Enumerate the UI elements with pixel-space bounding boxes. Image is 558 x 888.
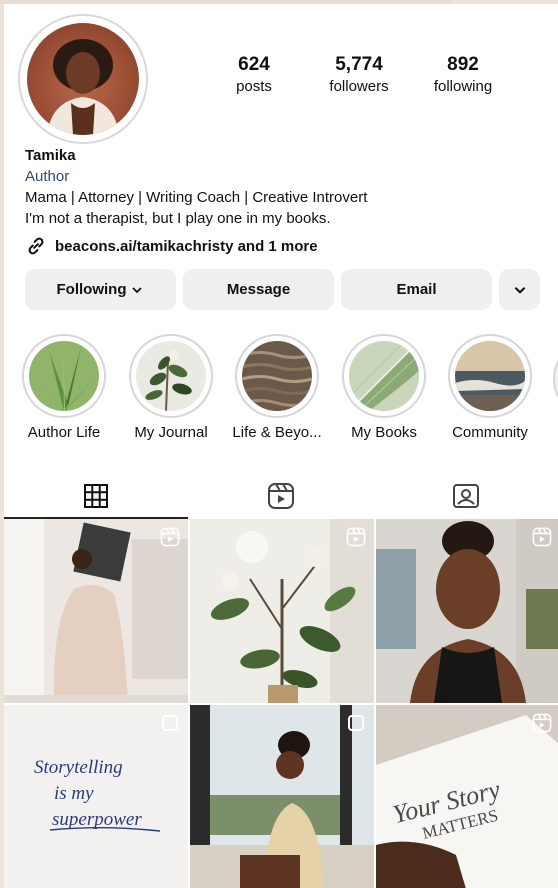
highlight-ring — [235, 334, 319, 418]
svg-text:Storytelling: Storytelling — [34, 757, 123, 778]
followers-label: followers — [329, 78, 389, 95]
message-button-label: Message — [226, 281, 291, 298]
highlight-life-beyond[interactable]: Life & Beyo... — [232, 334, 322, 441]
chevron-down-icon — [132, 286, 143, 293]
reel-icon — [346, 527, 366, 547]
followers-count: 5,774 — [335, 54, 383, 75]
highlight-ring — [22, 334, 106, 418]
profile-link[interactable]: beacons.ai/tamikachristy and 1 more — [25, 234, 318, 258]
highlight-image — [136, 341, 206, 411]
highlight-ring — [342, 334, 426, 418]
grid-post[interactable]: Your Story MATTERS — [376, 705, 558, 888]
following-button-label: Following — [56, 281, 127, 298]
profile-page: 624 posts 5,774 followers 892 following … — [4, 4, 558, 888]
grid-post[interactable]: Storytelling is my superpower — [4, 705, 188, 888]
posts-stat[interactable]: 624 posts — [204, 54, 304, 95]
highlight-ring — [129, 334, 213, 418]
email-button[interactable]: Email — [341, 269, 492, 310]
tagged-icon — [453, 484, 479, 508]
highlight-community[interactable]: Community — [447, 334, 533, 441]
email-button-label: Email — [396, 281, 437, 298]
avatar[interactable] — [18, 14, 148, 144]
bio-line-2: I'm not a therapist, but I play one in m… — [25, 210, 331, 227]
highlight-label: Life & Beyo... — [232, 424, 322, 441]
tab-reels[interactable] — [189, 474, 373, 518]
profile-stats: 624 posts 5,774 followers 892 following — [204, 54, 524, 95]
profile-name: Tamika — [25, 147, 76, 164]
highlight-image — [455, 341, 525, 411]
chevron-down-icon — [514, 286, 525, 294]
avatar-photo — [27, 23, 139, 135]
profile-category: Author — [25, 168, 70, 185]
posts-label: posts — [236, 78, 272, 95]
reel-icon — [160, 527, 180, 547]
highlight-image — [29, 341, 99, 411]
link-icon — [28, 237, 44, 255]
following-label: following — [433, 78, 493, 95]
grid-post[interactable] — [190, 705, 374, 888]
grid-post[interactable] — [190, 519, 374, 703]
highlight-next-partial[interactable] — [553, 339, 558, 419]
bio-line-1: Mama | Attorney | Writing Coach | Creati… — [25, 189, 368, 206]
reel-icon — [532, 527, 552, 547]
posts-count: 624 — [238, 54, 270, 75]
highlight-label: Community — [452, 424, 528, 441]
grid-post[interactable] — [4, 519, 188, 703]
svg-text:is my: is my — [54, 783, 94, 804]
followers-stat[interactable]: 5,774 followers — [309, 54, 409, 95]
carousel-icon — [348, 715, 364, 731]
svg-text:superpower: superpower — [52, 809, 142, 830]
profile-link-text: beacons.ai/tamikachristy and 1 more — [55, 237, 318, 255]
highlight-label: My Books — [351, 424, 417, 441]
highlight-label: Author Life — [27, 424, 101, 441]
highlight-image — [349, 341, 419, 411]
grid-post[interactable] — [376, 519, 558, 703]
tab-posts-grid[interactable] — [4, 474, 188, 518]
highlight-my-journal[interactable]: My Journal — [128, 334, 214, 441]
highlight-ring — [448, 334, 532, 418]
message-button[interactable]: Message — [183, 269, 334, 310]
highlight-author-life[interactable]: Author Life — [21, 334, 107, 441]
highlight-image — [242, 341, 312, 411]
highlight-my-books[interactable]: My Books — [341, 334, 427, 441]
reels-icon — [268, 483, 294, 509]
following-button[interactable]: Following — [25, 269, 176, 310]
highlight-label: My Journal — [134, 424, 208, 441]
suggested-accounts-button[interactable] — [499, 269, 540, 310]
tab-tagged[interactable] — [374, 474, 558, 518]
grid-icon — [84, 484, 108, 508]
carousel-icon — [162, 715, 178, 731]
reel-icon — [532, 713, 552, 733]
following-stat[interactable]: 892 following — [413, 54, 513, 95]
following-count: 892 — [447, 54, 479, 75]
